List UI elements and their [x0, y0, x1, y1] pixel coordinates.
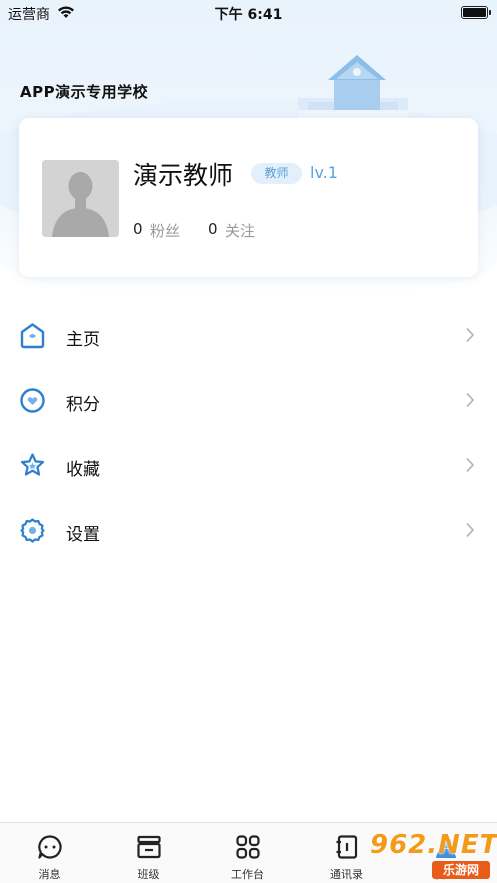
status-time: 下午 6:41 — [214, 7, 283, 23]
chevron-right-icon — [466, 457, 475, 473]
chevron-right-icon — [466, 392, 475, 408]
profile-card[interactable]: 演示教师 教师 lv.1 0 粉丝 0 关注 — [19, 118, 478, 277]
class-icon — [137, 835, 161, 859]
school-building-icon — [298, 55, 408, 122]
follow-label[interactable]: 关注 — [225, 220, 255, 241]
fans-count[interactable]: 0 — [133, 220, 143, 238]
follow-count[interactable]: 0 — [208, 220, 218, 238]
watermark-logo: 962.NET 乐游网 — [360, 828, 497, 883]
menu-label-points: 积分 — [66, 395, 100, 415]
grid-icon — [236, 835, 260, 859]
contacts-icon — [336, 835, 358, 859]
points-icon — [20, 388, 45, 413]
tab-class[interactable]: 班级 — [99, 823, 198, 883]
avatar[interactable] — [42, 160, 119, 237]
gear-icon — [20, 518, 45, 543]
menu-label-home: 主页 — [66, 330, 100, 350]
menu-label-favorites: 收藏 — [66, 460, 100, 480]
home-icon — [20, 323, 45, 349]
battery-icon — [461, 6, 491, 19]
watermark-sub: 乐游网 — [432, 861, 490, 879]
tab-label-messages: 消息 — [38, 868, 61, 881]
tab-messages[interactable]: 消息 — [0, 823, 99, 883]
status-bar: 运营商 下午 6:41 — [0, 0, 497, 26]
avatar-placeholder-icon — [42, 160, 119, 237]
star-icon — [20, 453, 45, 476]
tab-workbench[interactable]: 工作台 — [198, 823, 297, 883]
menu-item-settings[interactable]: 设置 — [0, 500, 497, 560]
role-badge: 教师 — [251, 163, 302, 184]
menu-item-home[interactable]: 主页 — [0, 305, 497, 365]
chevron-right-icon — [466, 522, 475, 538]
tab-label-class: 班级 — [137, 868, 160, 881]
level-label: lv.1 — [310, 163, 338, 182]
menu-item-points[interactable]: 积分 — [0, 370, 497, 430]
menu-item-favorites[interactable]: 收藏 — [0, 435, 497, 495]
tab-label-workbench: 工作台 — [231, 868, 264, 881]
message-icon — [38, 835, 62, 859]
chevron-right-icon — [466, 327, 475, 343]
menu-label-settings: 设置 — [66, 525, 100, 545]
user-name: 演示教师 — [133, 161, 234, 190]
school-name: APP演示专用学校 — [20, 83, 149, 101]
watermark-text: 962.NET — [370, 830, 497, 860]
fans-label[interactable]: 粉丝 — [150, 220, 180, 241]
